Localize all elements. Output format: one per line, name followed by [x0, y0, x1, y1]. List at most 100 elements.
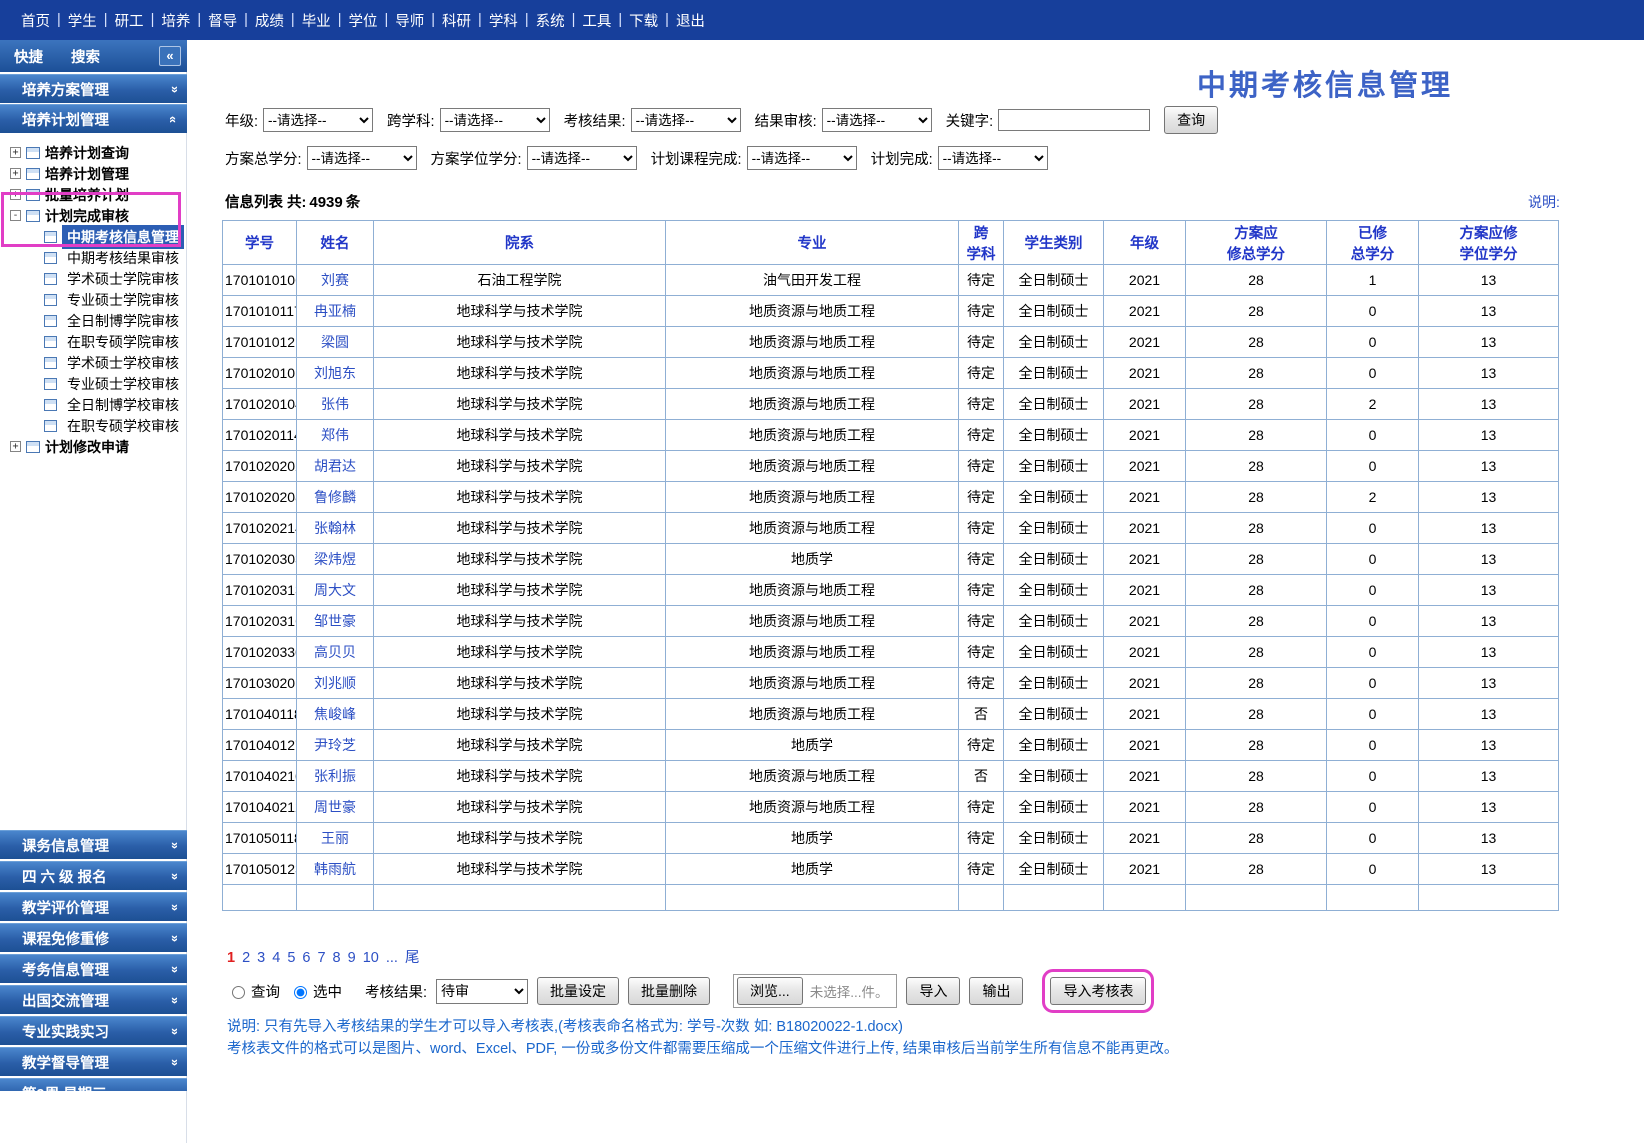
student-name-link[interactable]: 梁炜煜	[297, 544, 374, 575]
keyword-input[interactable]	[998, 109, 1150, 131]
student-name-link[interactable]: 韩雨航	[297, 854, 374, 885]
student-name-link[interactable]: 梁圆	[297, 327, 374, 358]
student-name-link[interactable]: 冉亚楠	[297, 296, 374, 327]
filter-select[interactable]: --请选择--	[527, 146, 637, 170]
nav-item-3[interactable]: 研工	[108, 10, 151, 31]
filter-select[interactable]: --请选择--	[307, 146, 417, 170]
tree-branch-label[interactable]: 计划完成审核	[45, 206, 129, 226]
page-link-7[interactable]: 7	[317, 950, 325, 966]
search-button[interactable]: 查询	[1164, 106, 1218, 134]
nav-item-5[interactable]: 督导	[201, 10, 244, 31]
tree-leaf-5[interactable]: 全日制博学院审核	[0, 310, 187, 331]
student-name-link[interactable]: 刘兆顺	[297, 668, 374, 699]
sidebar-group-5[interactable]: 考务信息管理«	[0, 954, 187, 983]
collapse-minus-icon[interactable]: -	[10, 210, 21, 221]
tree-branch-label[interactable]: 批量培养计划	[45, 185, 129, 205]
filter-select[interactable]: --请选择--	[938, 146, 1048, 170]
tree-leaf-4[interactable]: 专业硕士学院审核	[0, 289, 187, 310]
nav-item-13[interactable]: 工具	[575, 10, 618, 31]
page-link-4[interactable]: 4	[272, 950, 280, 966]
nav-item-1[interactable]: 首页	[14, 10, 57, 31]
tree-leaf-1[interactable]: 中期考核信息管理	[0, 226, 187, 247]
filter-select[interactable]: --请选择--	[263, 108, 373, 132]
import-assessment-form-button[interactable]: 导入考核表	[1050, 977, 1146, 1005]
expand-plus-icon[interactable]: +	[10, 168, 21, 179]
page-link-3[interactable]: 3	[257, 950, 265, 966]
filter-select[interactable]: --请选择--	[747, 146, 857, 170]
tree-branch-4[interactable]: - 计划完成审核	[0, 205, 187, 226]
nav-item-10[interactable]: 科研	[435, 10, 478, 31]
tree-branch-5[interactable]: + 计划修改申请	[0, 436, 187, 457]
nav-item-7[interactable]: 毕业	[295, 10, 338, 31]
search-tab[interactable]: 搜索	[71, 46, 100, 67]
student-name-link[interactable]: 周世豪	[297, 792, 374, 823]
student-name-link[interactable]: 刘赛	[297, 265, 374, 296]
student-name-link[interactable]: 周大文	[297, 575, 374, 606]
expand-plus-icon[interactable]: +	[10, 147, 21, 158]
tree-leaf-3[interactable]: 学术硕士学院审核	[0, 268, 187, 289]
student-name-link[interactable]: 焦峻峰	[297, 699, 374, 730]
nav-item-4[interactable]: 培养	[154, 10, 197, 31]
tree-leaf-8[interactable]: 专业硕士学校审核	[0, 373, 187, 394]
nav-item-2[interactable]: 学生	[61, 10, 104, 31]
page-link-10[interactable]: 10	[363, 950, 379, 966]
sidebar-group-4[interactable]: 课程免修重修«	[0, 923, 187, 952]
nav-item-8[interactable]: 学位	[341, 10, 384, 31]
expand-plus-icon[interactable]: +	[10, 189, 21, 200]
page-link-2[interactable]: 2	[242, 950, 250, 966]
collapse-sidebar-icon[interactable]: «	[159, 46, 181, 66]
import-button[interactable]: 导入	[906, 977, 960, 1005]
tree-leaf-9[interactable]: 全日制博学校审核	[0, 394, 187, 415]
page-last-link[interactable]: 尾	[405, 950, 420, 966]
nav-item-15[interactable]: 退出	[669, 10, 712, 31]
tree-branch-label[interactable]: 培养计划查询	[45, 143, 129, 163]
student-name-link[interactable]: 张利振	[297, 761, 374, 792]
student-name-link[interactable]: 刘旭东	[297, 358, 374, 389]
sidebar-group-7[interactable]: 专业实践实习«	[0, 1016, 187, 1045]
filter-select[interactable]: --请选择--	[440, 108, 550, 132]
tree-leaf-2[interactable]: 中期考核结果审核	[0, 247, 187, 268]
student-name-link[interactable]: 邹世豪	[297, 606, 374, 637]
sidebar-group-3[interactable]: 教学评价管理«	[0, 892, 187, 921]
review-result-select[interactable]: 待审	[436, 979, 528, 1004]
tree-branch-2[interactable]: + 培养计划管理	[0, 163, 187, 184]
student-name-link[interactable]: 张伟	[297, 389, 374, 420]
radio-selected-input[interactable]	[294, 986, 307, 999]
tree-leaf-7[interactable]: 学术硕士学校审核	[0, 352, 187, 373]
batch-delete-button[interactable]: 批量删除	[628, 977, 710, 1005]
sidebar-group-1[interactable]: 课务信息管理«	[0, 830, 187, 859]
nav-item-12[interactable]: 系统	[529, 10, 572, 31]
page-link-5[interactable]: 5	[287, 950, 295, 966]
student-name-link[interactable]: 张翰林	[297, 513, 374, 544]
tree-leaf-label[interactable]: 在职专硕学校审核	[62, 414, 184, 438]
sidebar-group-plan-mgmt[interactable]: 培养计划管理 «	[0, 104, 187, 133]
sidebar-group-6[interactable]: 出国交流管理«	[0, 985, 187, 1014]
student-name-link[interactable]: 高贝贝	[297, 637, 374, 668]
tree-branch-label[interactable]: 计划修改申请	[45, 437, 129, 457]
page-link-6[interactable]: 6	[302, 950, 310, 966]
radio-query[interactable]: 查询	[227, 981, 280, 1002]
nav-item-9[interactable]: 导师	[388, 10, 431, 31]
sidebar-group-2[interactable]: 四 六 级 报名«	[0, 861, 187, 890]
expand-plus-icon[interactable]: +	[10, 441, 21, 452]
quick-tab[interactable]: 快捷	[14, 46, 43, 67]
student-name-link[interactable]: 尹玲芝	[297, 730, 374, 761]
radio-selected[interactable]: 选中	[289, 981, 342, 1002]
help-link[interactable]: 说明:	[1528, 192, 1560, 212]
tree-branch-3[interactable]: + 批量培养计划	[0, 184, 187, 205]
browse-button[interactable]: 浏览...	[737, 977, 803, 1005]
sidebar-group-8[interactable]: 教学督导管理«	[0, 1047, 187, 1076]
sidebar-group-scheme-mgmt[interactable]: 培养方案管理 «	[0, 74, 187, 103]
nav-item-6[interactable]: 成绩	[248, 10, 291, 31]
tree-branch-label[interactable]: 培养计划管理	[45, 164, 129, 184]
export-button[interactable]: 输出	[969, 977, 1023, 1005]
tree-branch-1[interactable]: + 培养计划查询	[0, 142, 187, 163]
filter-select[interactable]: --请选择--	[631, 108, 741, 132]
radio-query-input[interactable]	[232, 986, 245, 999]
student-name-link[interactable]: 鲁修麟	[297, 482, 374, 513]
tree-leaf-6[interactable]: 在职专硕学院审核	[0, 331, 187, 352]
student-name-link[interactable]: 胡君达	[297, 451, 374, 482]
nav-item-14[interactable]: 下载	[622, 10, 665, 31]
batch-set-button[interactable]: 批量设定	[537, 977, 619, 1005]
student-name-link[interactable]: 王丽	[297, 823, 374, 854]
